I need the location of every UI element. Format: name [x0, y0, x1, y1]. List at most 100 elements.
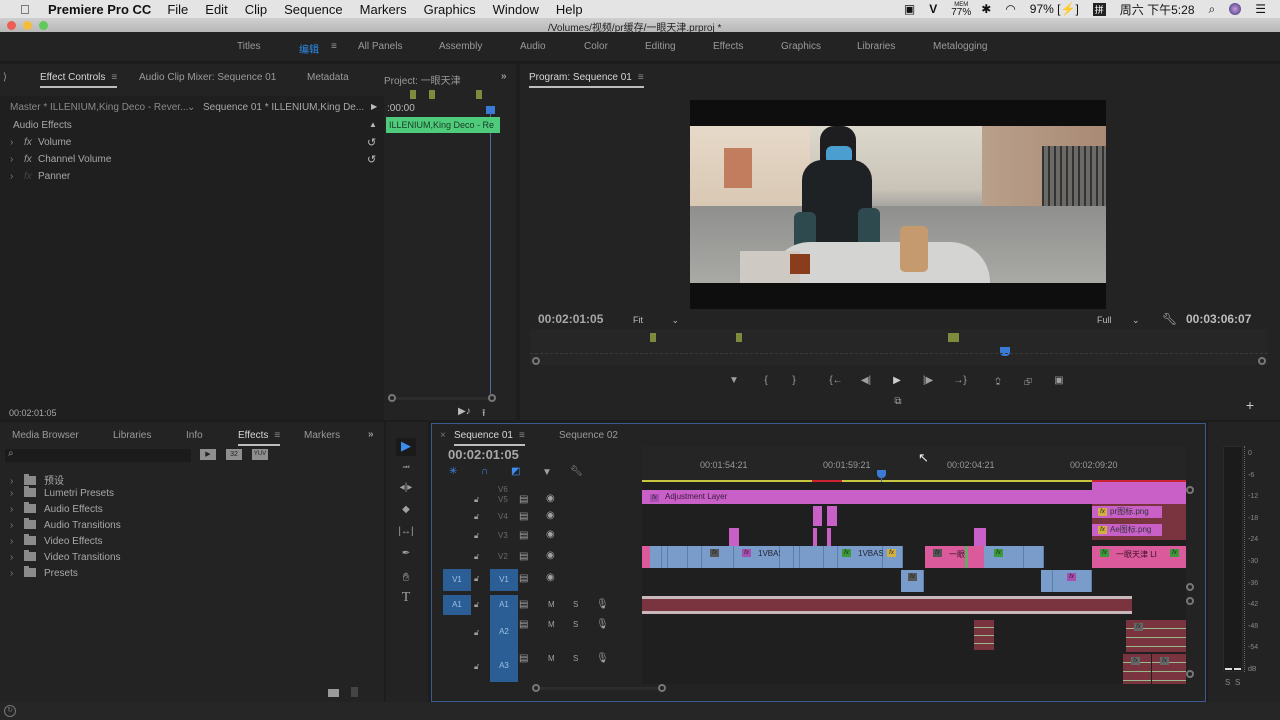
bluetooth-icon[interactable]: ✱	[981, 2, 991, 16]
workspace-menu-icon[interactable]: ≡	[331, 41, 337, 52]
export-icon[interactable]: ⭱	[482, 406, 486, 423]
lock-icon[interactable]: 🔓︎	[474, 574, 479, 584]
tab-libraries[interactable]: Libraries	[113, 430, 151, 441]
zoom-window-button[interactable]	[39, 21, 48, 30]
track-target-a1[interactable]: A1	[490, 595, 518, 615]
filter-audio-icon[interactable]: ▶♪	[458, 406, 471, 417]
solo-button[interactable]: S	[573, 654, 578, 663]
wifi-icon[interactable]: ◠	[1005, 2, 1015, 16]
sync-status-icon[interactable]: ↻	[4, 705, 16, 717]
track-area[interactable]: fx Adjustment Layer fx pr图标.png fx Ae图标.png…	[642, 482, 1186, 684]
expand-chevron-icon[interactable]: ›	[10, 504, 24, 515]
effects-folder[interactable]: › Lumetri Presets	[10, 486, 114, 499]
expand-chevron-icon[interactable]: ›	[10, 488, 24, 499]
expand-chevron-icon[interactable]: ›	[10, 154, 24, 165]
clip-v1[interactable]: fx	[1053, 570, 1092, 592]
marker[interactable]	[948, 333, 959, 342]
scroll-up-icon[interactable]: ▲	[369, 120, 377, 129]
zoom-handle-right[interactable]	[1258, 357, 1266, 365]
toggle-sync-icon[interactable]: ▤	[519, 573, 528, 584]
clip-v2-pink[interactable]: fx 一眼天津 LI	[1092, 546, 1160, 568]
effect-row-panner[interactable]: › fx Panner	[10, 171, 70, 182]
marker[interactable]	[429, 90, 435, 99]
menu-clip[interactable]: Clip	[245, 2, 267, 17]
eye-icon[interactable]: ◉	[546, 550, 555, 561]
play-only-audio-icon[interactable]: ▶	[371, 102, 377, 111]
effects-folder[interactable]: › Video Transitions	[10, 550, 121, 563]
zoom-handle-left[interactable]	[532, 357, 540, 365]
siri-icon[interactable]	[1229, 3, 1242, 15]
go-to-out-icon[interactable]: →}	[952, 375, 968, 386]
tab-audio-clip-mixer[interactable]: Audio Clip Mixer: Sequence 01	[139, 72, 276, 83]
notification-center-icon[interactable]: ☰	[1255, 2, 1266, 16]
clip-v6[interactable]	[1092, 482, 1186, 490]
mute-button[interactable]: M	[548, 600, 555, 609]
sequence-clip-label[interactable]: Sequence 01 * ILLENIUM,King De...	[203, 102, 364, 113]
app-name[interactable]: Premiere Pro CC	[48, 2, 151, 17]
solo-button[interactable]: S	[573, 620, 578, 629]
linked-selection-icon[interactable]: ◩	[511, 466, 520, 477]
mute-button[interactable]: M	[548, 620, 555, 629]
timeline-zoom-scrollbar[interactable]	[540, 687, 658, 690]
expand-chevron-icon[interactable]: ›	[10, 568, 24, 579]
panel-menu-icon[interactable]: ≡	[111, 72, 117, 83]
close-window-button[interactable]	[7, 21, 16, 30]
clip-v2-pink[interactable]: fx	[1160, 546, 1186, 568]
mini-zoom-scrollbar[interactable]	[396, 397, 488, 400]
tab-effect-controls[interactable]: Effect Controls ≡	[40, 72, 118, 88]
snap-magnet-icon[interactable]: ∩	[481, 466, 488, 477]
nest-sequence-icon[interactable]: ✳	[449, 466, 457, 477]
zoom-handle-right[interactable]	[658, 684, 666, 692]
workspace-editing[interactable]: Editing	[645, 41, 676, 52]
lock-icon[interactable]: 🔓︎	[474, 600, 479, 610]
toggle-sync-icon[interactable]: ▤	[519, 551, 528, 562]
clip-adjustment-layer[interactable]: fx Adjustment Layer	[642, 490, 1186, 504]
clip-v4[interactable]	[827, 506, 837, 526]
menu-window[interactable]: Window	[493, 2, 539, 17]
marker[interactable]	[650, 333, 656, 342]
workspace-edit[interactable]: 编辑	[299, 41, 319, 56]
play-icon[interactable]: ▶	[891, 375, 903, 386]
menu-file[interactable]: File	[167, 2, 188, 17]
workspace-libraries[interactable]: Libraries	[857, 41, 895, 52]
new-bin-icon[interactable]	[328, 689, 339, 697]
clip-v4[interactable]	[813, 506, 822, 526]
fx-icon[interactable]: fx	[24, 154, 38, 165]
effects-folder[interactable]: › Audio Effects	[10, 502, 103, 515]
toggle-sync-icon[interactable]: ▤	[519, 530, 528, 541]
lock-icon[interactable]: 🔓︎	[474, 662, 479, 672]
workspace-assembly[interactable]: Assembly	[439, 41, 482, 52]
export-frame-camera-icon[interactable]: ▣	[1052, 375, 1066, 386]
time-ruler[interactable]: 00:01:54:21 00:01:59:21 00:02:04:21 00:0…	[642, 446, 1186, 482]
clip-v3[interactable]	[974, 528, 986, 548]
zoom-level-dropdown[interactable]: Fit ⌄	[633, 315, 679, 326]
minimize-window-button[interactable]	[23, 21, 32, 30]
mini-audio-clip[interactable]: ILLENIUM,King Deco - Re	[386, 117, 500, 133]
panel-menu-icon[interactable]: ≡	[274, 430, 280, 441]
clip-a3[interactable]: fx	[1152, 654, 1186, 684]
workspace-effects[interactable]: Effects	[713, 41, 743, 52]
track-target-a2[interactable]: A2	[490, 615, 518, 649]
zoom-handle-left[interactable]	[532, 684, 540, 692]
timeline-playhead-timecode[interactable]: 00:02:01:05	[448, 447, 519, 462]
mute-button[interactable]: M	[548, 654, 555, 663]
solo-right-button[interactable]: S	[1235, 678, 1240, 687]
program-mini-timeline[interactable]	[530, 329, 1268, 365]
zoom-handle-left[interactable]	[388, 394, 396, 402]
clock[interactable]: 周六 下午5:28	[1120, 1, 1195, 18]
menu-help[interactable]: Help	[556, 2, 583, 17]
panel-collapse-icon[interactable]: ⟩	[3, 72, 7, 83]
master-clip-label[interactable]: Master * ILLENIUM,King Deco - Rever...	[10, 102, 188, 113]
effects-folder[interactable]: › 预设	[10, 472, 64, 487]
memory-status[interactable]: MEM 77%	[951, 1, 971, 18]
step-back-icon[interactable]: ◀|	[860, 375, 872, 386]
wrench-settings-icon[interactable]: 🔧︎	[1162, 312, 1177, 326]
delete-icon[interactable]	[351, 687, 358, 697]
button-editor-plus-icon[interactable]: +	[1244, 397, 1256, 413]
source-patch-a1[interactable]: A1	[443, 595, 471, 615]
go-to-in-icon[interactable]: {←	[828, 375, 844, 386]
clip-pr-icon-png[interactable]: fx pr图标.png	[1092, 506, 1162, 518]
close-sequence-icon[interactable]: ×	[440, 430, 446, 441]
clip-v2-1vbas[interactable]: fx 1VBAS	[734, 546, 784, 568]
solo-left-button[interactable]: S	[1225, 678, 1230, 687]
